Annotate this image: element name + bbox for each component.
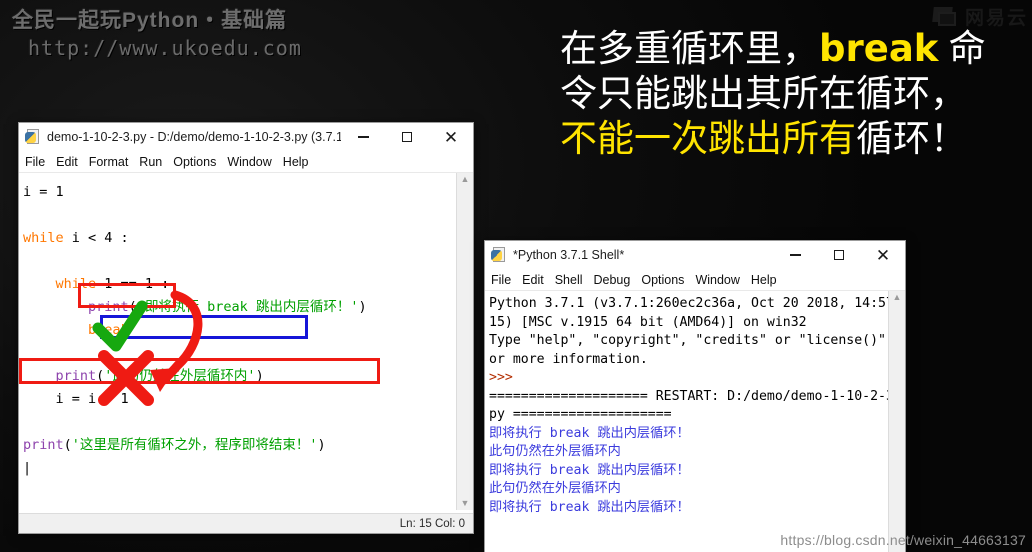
editor-statusbar: Ln: 15 Col: 0: [19, 513, 473, 533]
code-line-1: i = 1: [23, 184, 64, 200]
python-file-icon: [25, 129, 41, 145]
headline: 在多重循环里，break 命 令只能跳出其所在循环， 不能一次跳出所有循环！: [560, 26, 1030, 161]
code-line-7: i = i + 1: [55, 391, 129, 407]
editor-menu-options[interactable]: Options: [173, 155, 216, 169]
headline-hl-b: 跳出所有: [708, 118, 856, 159]
code-line-3-rest: 1 == 1 :: [96, 276, 170, 292]
editor-code-text[interactable]: i = 1 while i < 4 : while 1 == 1 : print…: [19, 173, 473, 510]
headline-line-3: 不能一次跳出所有循环！: [560, 116, 1030, 161]
shell-output-text[interactable]: Python 3.7.1 (v3.7.1:260ec2c36a, Oct 20 …: [485, 291, 905, 552]
shell-output-line-4: 此句仍然在外层循环内: [489, 481, 621, 496]
shell-titlebar[interactable]: *Python 3.7.1 Shell* ✕: [485, 241, 905, 269]
code-line-2-rest: i < 4 :: [63, 230, 129, 246]
netease-mark-icon: [932, 6, 959, 27]
editor-maximize-button[interactable]: [385, 124, 429, 151]
editor-title-text: demo-1-10-2-3.py - D:/demo/demo-1-10-2-3…: [47, 130, 341, 144]
shell-prompt: >>>: [489, 370, 513, 385]
shell-content-area[interactable]: Python 3.7.1 (v3.7.1:260ec2c36a, Oct 20 …: [485, 291, 905, 552]
shell-output-line-5: 即将执行 break 跳出内层循环！: [489, 499, 690, 515]
shell-window-controls[interactable]: ✕: [773, 242, 905, 269]
editor-menu-format[interactable]: Format: [89, 155, 129, 169]
editor-menu-file[interactable]: File: [25, 155, 45, 169]
editor-content-area[interactable]: i = 1 while i < 4 : while 1 == 1 : print…: [19, 173, 473, 510]
shell-menu-window[interactable]: Window: [695, 273, 739, 287]
shell-output-line-3: 即将执行 break 跳出内层循环！: [489, 462, 690, 478]
editor-titlebar[interactable]: demo-1-10-2-3.py - D:/demo/demo-1-10-2-3…: [19, 123, 473, 151]
shell-scroll-up-icon[interactable]: ▲: [893, 291, 902, 304]
shell-restart-line: ==================== RESTART: D:/demo/de…: [489, 388, 902, 423]
code-line-6-func: print: [55, 368, 97, 384]
code-line-3-keyword: while: [55, 276, 97, 292]
shell-menu-help[interactable]: Help: [751, 273, 777, 287]
shell-menu-options[interactable]: Options: [641, 273, 684, 287]
shell-menubar[interactable]: File Edit Shell Debug Options Window Hel…: [485, 269, 905, 291]
editor-minimize-button[interactable]: [341, 124, 385, 151]
course-url: http://www.ukoedu.com: [28, 36, 302, 60]
screenshot-root: 全民一起玩Python・基础篇 http://www.ukoedu.com 网易…: [0, 0, 1032, 552]
idle-editor-window[interactable]: demo-1-10-2-3.py - D:/demo/demo-1-10-2-3…: [18, 122, 474, 534]
python-shell-icon: [491, 247, 507, 263]
shell-menu-shell[interactable]: Shell: [555, 273, 583, 287]
code-line-8-func: print: [23, 437, 64, 453]
editor-close-button[interactable]: ✕: [429, 124, 473, 151]
course-title: 全民一起玩Python・基础篇: [12, 9, 288, 32]
shell-close-button[interactable]: ✕: [861, 242, 905, 269]
headline-text-a: 在多重循环里，: [560, 28, 819, 69]
shell-menu-file[interactable]: File: [491, 273, 511, 287]
course-branding: 全民一起玩Python・基础篇 http://www.ukoedu.com: [12, 4, 302, 60]
headline-hl-a: 不能一次: [560, 118, 708, 159]
editor-menubar[interactable]: File Edit Format Run Options Window Help: [19, 151, 473, 173]
code-line-5-break: break: [88, 322, 129, 338]
shell-menu-debug[interactable]: Debug: [594, 273, 631, 287]
editor-scrollbar[interactable]: ▲ ▼: [456, 173, 473, 510]
editor-menu-window[interactable]: Window: [227, 155, 271, 169]
python-shell-window[interactable]: *Python 3.7.1 Shell* ✕ File Edit Shell D…: [484, 240, 906, 552]
editor-menu-help[interactable]: Help: [283, 155, 309, 169]
code-line-2-keyword: while: [23, 230, 64, 246]
scroll-up-icon[interactable]: ▲: [461, 173, 470, 186]
code-line-4-func: print: [88, 299, 129, 315]
headline-text-c: 循环！: [856, 118, 967, 159]
code-line-6-string: '此句仍然在外层循环内': [104, 368, 256, 384]
headline-line-1: 在多重循环里，break 命: [560, 26, 1030, 71]
editor-window-controls[interactable]: ✕: [341, 124, 473, 151]
csdn-watermark: https://blog.csdn.net/weixin_44663137: [780, 532, 1026, 548]
editor-menu-run[interactable]: Run: [139, 155, 162, 169]
editor-cursor-position: Ln: 15 Col: 0: [399, 517, 465, 530]
shell-scrollbar[interactable]: ▲: [888, 291, 905, 552]
shell-title-text: *Python 3.7.1 Shell*: [513, 248, 625, 262]
shell-banner: Python 3.7.1 (v3.7.1:260ec2c36a, Oct 20 …: [489, 296, 902, 367]
shell-menu-edit[interactable]: Edit: [522, 273, 544, 287]
headline-keyword-break: break: [819, 27, 939, 70]
shell-output-line-1: 即将执行 break 跳出内层循环！: [489, 425, 690, 441]
shell-maximize-button[interactable]: [817, 242, 861, 269]
scroll-down-icon[interactable]: ▼: [461, 497, 470, 510]
headline-line-2: 令只能跳出其所在循环，: [560, 73, 967, 114]
editor-menu-edit[interactable]: Edit: [56, 155, 78, 169]
shell-output-line-2: 此句仍然在外层循环内: [489, 444, 621, 459]
code-line-4-string: '即将执行 break 跳出内层循环！': [136, 299, 359, 315]
code-line-8-string: '这里是所有循环之外，程序即将结束！': [71, 437, 318, 453]
shell-minimize-button[interactable]: [773, 242, 817, 269]
headline-text-b: 命: [938, 28, 986, 69]
